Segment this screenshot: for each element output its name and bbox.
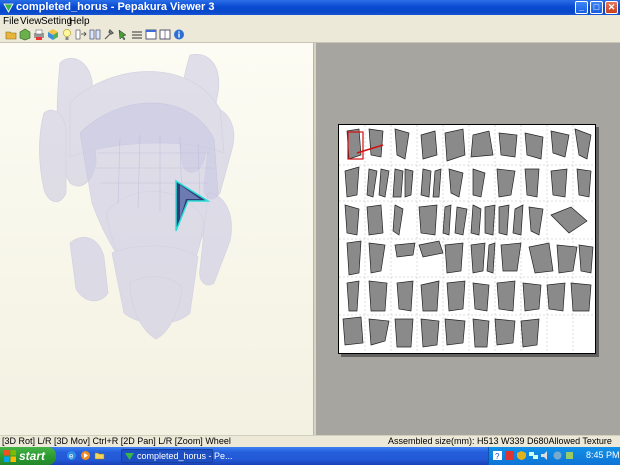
svg-text:?: ? [495, 452, 500, 460]
menu-view[interactable]: View [20, 16, 42, 27]
info-icon[interactable] [173, 28, 185, 41]
print-icon[interactable] [33, 28, 45, 41]
helmet-3d-model [39, 53, 235, 340]
start-label: start [19, 449, 46, 463]
taskbar: start e completed_horus - Pe... ? 8:45 P… [0, 447, 620, 465]
select-icon[interactable] [117, 28, 129, 41]
3d-viewport[interactable] [0, 43, 314, 435]
ie-icon[interactable]: e [66, 450, 77, 461]
toolbar [0, 27, 620, 43]
volume-icon[interactable] [541, 451, 550, 460]
network-icon[interactable] [529, 451, 538, 460]
media-player-icon[interactable] [80, 450, 91, 461]
taskbar-item-label: completed_horus - Pe... [137, 451, 233, 461]
title-bar: completed_horus - Pepakura Viewer 3 _ □ … [0, 0, 620, 15]
tray-app-icon[interactable] [505, 451, 514, 460]
menu-help[interactable]: Help [69, 16, 90, 27]
shield-icon[interactable] [517, 451, 526, 460]
3d-model-icon[interactable] [19, 28, 31, 41]
tool-icon[interactable] [103, 28, 115, 41]
tray-icon-3[interactable] [565, 451, 574, 460]
windows-flag-icon [4, 450, 16, 462]
menu-file[interactable]: File [3, 16, 19, 27]
status-bar: [3D Rot] L/R [3D Mov] Ctrl+R [2D Pan] L/… [0, 435, 620, 456]
start-button[interactable]: start [0, 447, 56, 465]
maximize-button[interactable]: □ [590, 1, 603, 14]
measure-icon[interactable] [89, 28, 101, 41]
pepakura-app-icon [3, 3, 14, 13]
help-icon[interactable]: ? [493, 451, 502, 460]
open-icon[interactable] [5, 28, 17, 41]
minimize-button[interactable]: _ [575, 1, 588, 14]
bulb-icon[interactable] [61, 28, 73, 41]
unfold-icon[interactable] [75, 28, 87, 41]
tray-icon-2[interactable] [553, 451, 562, 460]
folder-icon[interactable] [94, 450, 105, 461]
layers-icon[interactable] [131, 28, 143, 41]
unfolded-parts [339, 125, 595, 353]
window-title: completed_horus - Pepakura Viewer 3 [16, 1, 215, 13]
clock: 8:45 PM [586, 450, 620, 460]
menu-bar: File View Setting Help [0, 15, 620, 27]
menu-setting[interactable]: Setting [41, 16, 72, 27]
paper-sheet [338, 124, 596, 354]
window-icon-2[interactable] [159, 28, 171, 41]
svg-text:e: e [69, 452, 74, 461]
status-hint: [3D Rot] L/R [3D Mov] Ctrl+R [2D Pan] L/… [2, 436, 231, 446]
system-tray: ? 8:45 PM [488, 447, 620, 465]
window-icon[interactable] [145, 28, 157, 41]
close-button[interactable]: ✕ [605, 1, 618, 14]
taskbar-item-pepakura[interactable]: completed_horus - Pe... [121, 449, 233, 463]
pepakura-app-icon [125, 453, 134, 460]
cube-icon[interactable] [47, 28, 59, 41]
